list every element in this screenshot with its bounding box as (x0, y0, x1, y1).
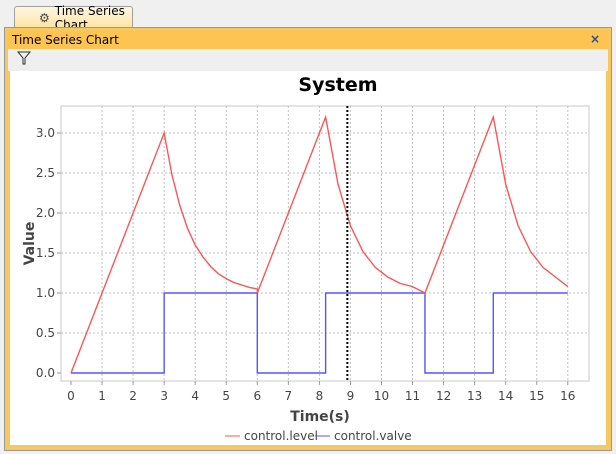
y-tick-label: 0.5 (36, 326, 55, 340)
legend-item: control.level (244, 429, 318, 443)
x-tick-label: 12 (436, 389, 451, 403)
y-tick-label: 3.0 (36, 126, 55, 140)
panel-title: Time Series Chart (12, 33, 119, 47)
legend-item: control.valve (334, 429, 412, 443)
x-tick-label: 10 (374, 389, 389, 403)
y-tick-label: 2.0 (36, 206, 55, 220)
x-tick-label: 6 (253, 389, 261, 403)
x-tick-label: 14 (498, 389, 513, 403)
y-tick-label: 1.0 (36, 286, 55, 300)
x-tick-label: 5 (222, 389, 230, 403)
chart-area: System 0 1 2 3 4 5 6 7 8 9 10 11 12 13 14 15 16 0.0 0.5 1.0 1… (10, 71, 606, 445)
x-tick-label: 0 (67, 389, 75, 403)
close-icon[interactable]: × (590, 32, 600, 46)
x-tick-label: 2 (129, 389, 137, 403)
x-tick-label: 7 (285, 389, 293, 403)
toolbar (8, 49, 608, 71)
time-series-chart[interactable]: System0 1 2 3 4 5 6 7 8 9 10 11 12 13 14 15 160.00.51.01… (10, 71, 606, 445)
x-tick-label: 3 (160, 389, 168, 403)
x-axis-label: Time(s) (290, 409, 350, 425)
chart-title: System (298, 74, 377, 96)
panel-header: Time Series Chart × (8, 31, 608, 49)
x-tick-label: 1 (98, 389, 106, 403)
x-tick-label: 4 (191, 389, 199, 403)
y-tick-label: 0.0 (36, 366, 55, 380)
x-tick-label: 16 (560, 389, 575, 403)
x-tick-label: 15 (529, 389, 544, 403)
tab-time-series-chart[interactable]: ⚙ Time Series Chart (14, 4, 133, 32)
filter-icon[interactable] (16, 51, 32, 69)
y-tick-label: 1.5 (36, 246, 55, 260)
x-tick-label: 8 (316, 389, 324, 403)
x-tick-label: 11 (405, 389, 420, 403)
y-tick-label: 2.5 (36, 166, 55, 180)
x-tick-label: 13 (467, 389, 482, 403)
chart-gear-icon: ⚙ (39, 11, 50, 25)
x-tick-label: 9 (347, 389, 355, 403)
y-axis-label: Value (22, 222, 38, 266)
chart-panel: Time Series Chart × System 0 1 2 3 4 5 6 7 8 9 10 11… (4, 27, 612, 451)
